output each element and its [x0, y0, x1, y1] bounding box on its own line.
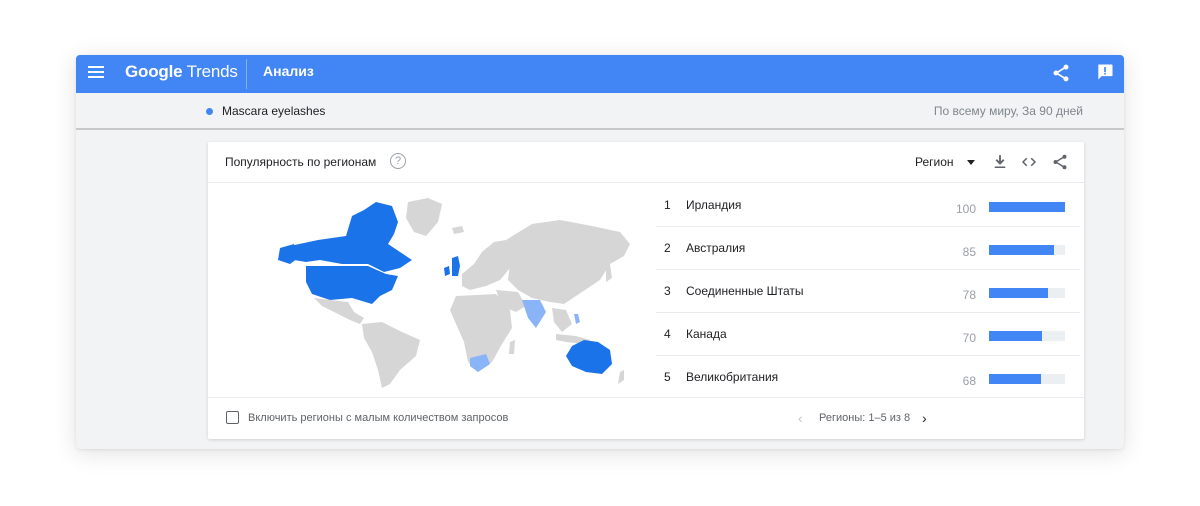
region-rank: 1 — [664, 198, 671, 212]
region-rank: 2 — [664, 241, 671, 255]
top-app-bar: Google Trends Анализ — [76, 55, 1124, 93]
region-bar-track — [989, 245, 1065, 255]
share-icon[interactable] — [1051, 63, 1071, 83]
map-philippines — [574, 314, 580, 324]
map-iceland — [452, 226, 464, 234]
map-mexico — [314, 298, 364, 324]
region-value: 85 — [962, 245, 976, 259]
logo-word-trends: Trends — [186, 62, 238, 81]
region-name[interactable]: Ирландия — [686, 198, 741, 212]
region-name[interactable]: Австралия — [686, 241, 745, 255]
map-japan — [606, 264, 612, 282]
region-bar-fill — [989, 288, 1049, 298]
map-south-america — [362, 322, 420, 388]
menu-icon[interactable] — [88, 66, 104, 80]
region-bar-track — [989, 331, 1065, 341]
search-term-label[interactable]: Mascara eyelashes — [222, 104, 325, 118]
map-ireland — [444, 266, 450, 276]
region-name[interactable]: Канада — [686, 327, 727, 341]
embed-icon[interactable] — [1020, 153, 1038, 171]
region-rank: 5 — [664, 370, 671, 384]
region-name[interactable]: Соединенные Штаты — [686, 284, 804, 298]
map-india — [522, 300, 546, 328]
world-map[interactable] — [260, 194, 650, 390]
resolution-dropdown[interactable]: Регион — [915, 155, 954, 169]
map-greenland — [406, 198, 442, 236]
map-asia — [506, 220, 630, 304]
map-southeast-asia — [552, 308, 572, 332]
region-row[interactable]: 3 Соединенные Штаты 78 — [656, 270, 1080, 313]
dropdown-caret-icon[interactable] — [967, 160, 975, 165]
trends-window: Google Trends Анализ Mascara eyelashes П… — [76, 55, 1124, 449]
map-canada — [290, 202, 412, 272]
region-row[interactable]: 1 Ирландия 100 — [656, 184, 1080, 227]
region-bar-fill — [989, 245, 1054, 255]
region-value: 100 — [955, 202, 976, 216]
region-rank: 3 — [664, 284, 671, 298]
region-value: 68 — [962, 374, 976, 388]
term-color-dot — [206, 108, 213, 115]
low-volume-checkbox-label[interactable]: Включить регионы с малым количеством зап… — [248, 412, 508, 424]
map-europe — [462, 240, 512, 290]
map-uk — [452, 256, 460, 276]
low-volume-checkbox[interactable] — [226, 411, 239, 424]
card-title: Популярность по регионам — [225, 155, 377, 169]
page-title: Анализ — [263, 63, 314, 79]
help-icon[interactable]: ? — [390, 153, 406, 169]
region-value: 78 — [962, 288, 976, 302]
comparison-bar: Mascara eyelashes По всему миру, За 90 д… — [76, 93, 1124, 130]
region-name[interactable]: Великобритания — [686, 370, 778, 384]
google-trends-logo[interactable]: Google Trends — [125, 62, 238, 82]
map-new-zealand — [618, 370, 624, 384]
region-bar-track — [989, 374, 1065, 384]
region-bar-fill — [989, 202, 1065, 212]
card-header: Популярность по регионам ? Регион — [208, 142, 1084, 183]
region-row[interactable]: 4 Канада 70 — [656, 313, 1080, 356]
map-madagascar — [509, 340, 515, 354]
region-bar-track — [989, 202, 1065, 212]
share-icon[interactable] — [1051, 153, 1069, 171]
feedback-icon[interactable] — [1095, 62, 1115, 82]
region-bar-track — [989, 288, 1065, 298]
region-row[interactable]: 5 Великобритания 68 — [656, 356, 1080, 399]
region-row[interactable]: 2 Австралия 85 — [656, 227, 1080, 270]
next-page-chevron-icon[interactable]: › — [922, 410, 927, 426]
region-bar-fill — [989, 331, 1043, 341]
logo-word-google: Google — [125, 62, 183, 81]
prev-page-chevron-icon[interactable]: ‹ — [798, 410, 803, 426]
region-bar-fill — [989, 374, 1041, 384]
map-australia — [566, 340, 612, 374]
download-icon[interactable] — [991, 153, 1009, 171]
pagination-label: Регионы: 1–5 из 8 — [819, 412, 911, 424]
interest-by-region-card: Популярность по регионам ? Регион 1 Ирла… — [208, 142, 1084, 439]
region-rank: 4 — [664, 327, 671, 341]
region-value: 70 — [962, 331, 976, 345]
header-divider — [246, 59, 247, 89]
scope-label[interactable]: По всему миру, За 90 дней — [934, 104, 1083, 118]
card-footer: Включить регионы с малым количеством зап… — [208, 397, 1084, 439]
